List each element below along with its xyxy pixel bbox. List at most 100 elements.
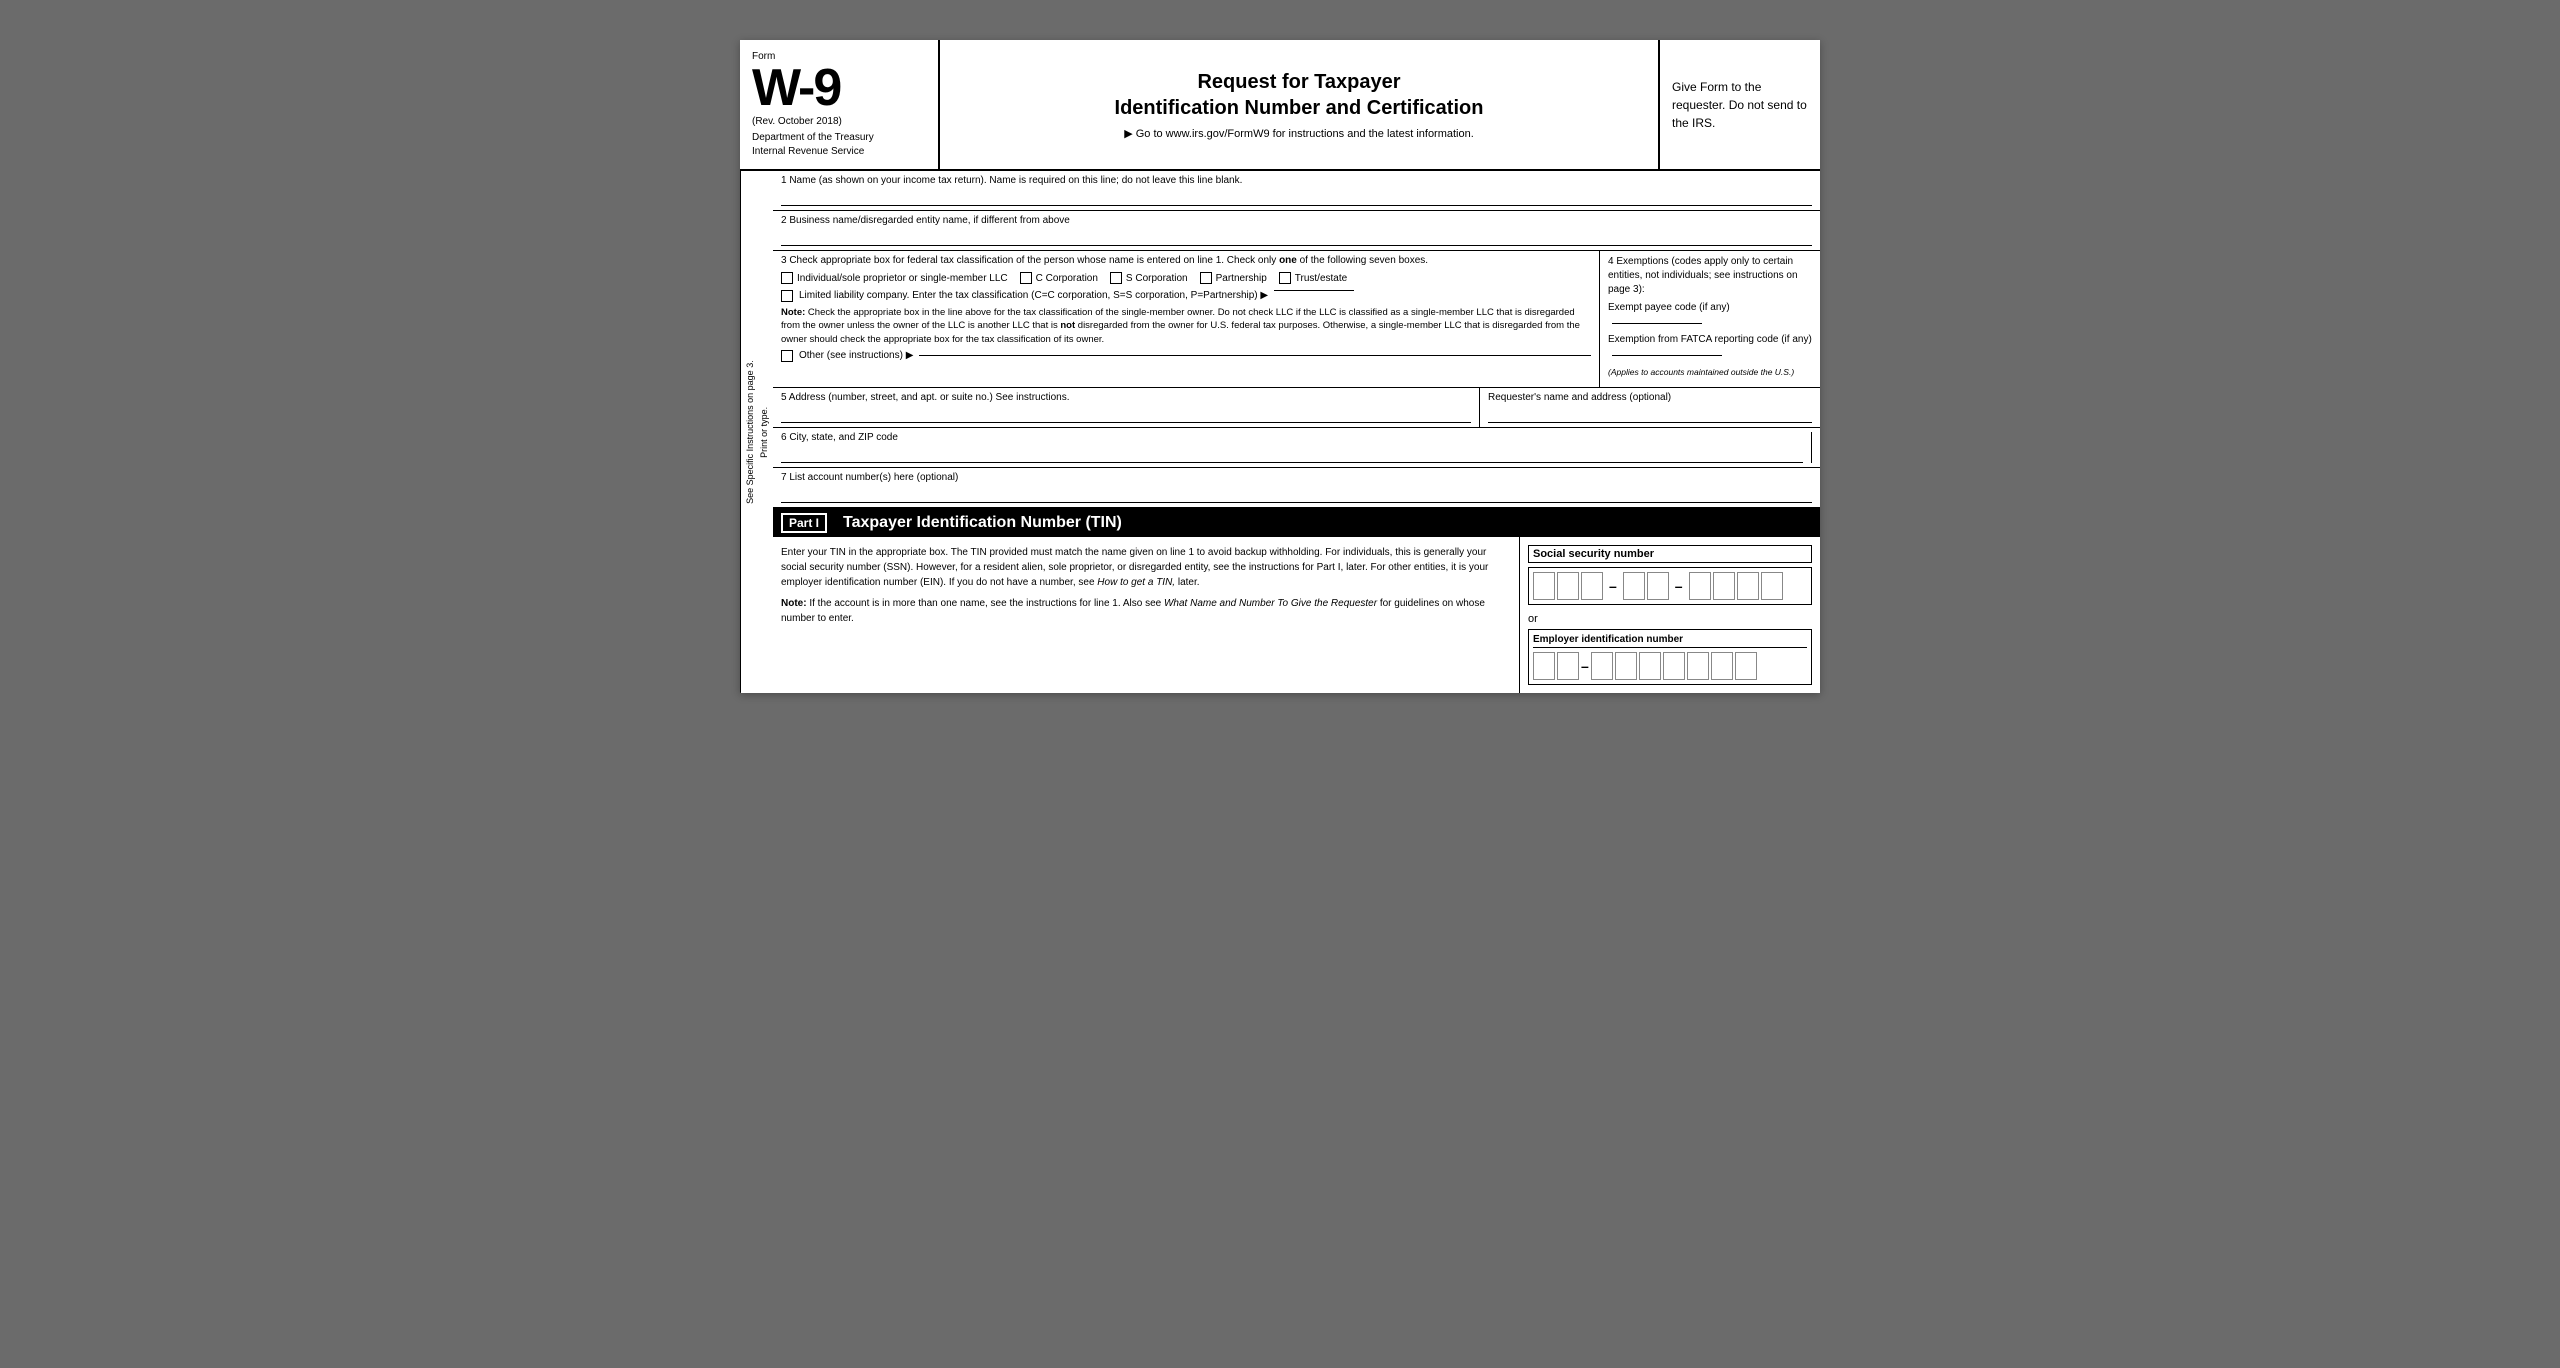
ssn-section: Social security number – [1528,545,1812,605]
ein-section: Employer identification number – [1528,629,1812,685]
part1-label: Part I [781,513,827,533]
applies-note: (Applies to accounts maintained outside … [1608,367,1812,379]
other-input[interactable] [919,355,1591,356]
line7-label: 7 List account number(s) here (optional) [781,472,1812,483]
ssn-cell[interactable] [1689,572,1711,600]
part1-note: Note: If the account is in more than one… [781,596,1511,626]
or-text: or [1528,613,1812,625]
line5-label: 5 Address (number, street, and apt. or s… [781,392,1471,403]
ssn-dash: – [1673,578,1685,594]
llc-label: Limited liability company. Enter the tax… [799,290,1268,301]
checkbox-ccorp-label: C Corporation [1036,273,1098,284]
exemptions-box: 4 Exemptions (codes apply only to certai… [1608,255,1812,379]
ein-cell[interactable] [1711,652,1733,680]
ssn-label: Social security number [1528,545,1812,563]
line2-label: 2 Business name/disregarded entity name,… [781,215,1812,226]
form-title-section: Request for Taxpayer Identification Numb… [940,40,1660,169]
exemptions-section: 4 Exemptions (codes apply only to certai… [1600,251,1820,387]
ein-group-1 [1533,652,1579,680]
checkbox-individual[interactable]: Individual/sole proprietor or single-mem… [781,272,1008,284]
ssn-cell[interactable] [1623,572,1645,600]
ssn-group-1 [1533,572,1603,600]
checkbox-scorp-box[interactable] [1110,272,1122,284]
fatca-input[interactable] [1612,355,1722,356]
line2-input[interactable] [781,228,1812,246]
form-instructions-link: ▶ Go to www.irs.gov/FormW9 for instructi… [960,127,1638,140]
line1-input[interactable] [781,188,1812,206]
note-bold: Note: [781,307,805,318]
form-body: See Specific Instructions on page 3. Pri… [740,171,1820,693]
ein-cell[interactable] [1735,652,1757,680]
form-department: Department of the Treasury Internal Reve… [752,131,926,159]
ssn-cell[interactable] [1533,572,1555,600]
line1-row: 1 Name (as shown on your income tax retu… [773,171,1820,211]
form-fields: 1 Name (as shown on your income tax retu… [773,171,1820,693]
part1-body-text: Enter your TIN in the appropriate box. T… [781,545,1511,590]
line6-section: 6 City, state, and ZIP code [781,432,1812,463]
ssn-cell[interactable] [1761,572,1783,600]
line7-input[interactable] [781,485,1812,503]
ein-cell[interactable] [1687,652,1709,680]
checkbox-ccorp[interactable]: C Corporation [1020,272,1098,284]
part1-tin-section: Social security number – [1520,537,1820,693]
ssn-boxes: – – [1528,567,1812,605]
checkbox-llc-box[interactable] [781,290,793,302]
what-name-link: What Name and Number To Give the Request… [1164,598,1377,609]
line6-label: 6 City, state, and ZIP code [781,432,1803,443]
ein-dash: – [1581,658,1589,674]
ein-boxes: – [1533,652,1807,680]
note-label: Note: [781,598,807,609]
part1-body: Enter your TIN in the appropriate box. T… [773,537,1820,693]
section3-wrapper: 3 Check appropriate box for federal tax … [773,251,1820,388]
line3-label: 3 Check appropriate box for federal tax … [781,255,1591,266]
checkbox-other-box[interactable] [781,350,793,362]
checkbox-trust[interactable]: Trust/estate [1279,272,1347,284]
checkbox-scorp[interactable]: S Corporation [1110,272,1188,284]
fatca-exemption: Exemption from FATCA reporting code (if … [1608,333,1812,361]
how-to-get-tin: How to get a TIN, [1097,577,1175,588]
ssn-cell[interactable] [1581,572,1603,600]
ssn-cell[interactable] [1713,572,1735,600]
llc-note: Note: Check the appropriate box in the l… [781,306,1591,346]
ssn-dash: – [1607,578,1619,594]
llc-row: Limited liability company. Enter the tax… [781,290,1591,302]
sidebar-see-specific: See Specific Instructions on page 3. [745,360,755,504]
form-identifier: Form W-9 (Rev. October 2018) Department … [740,40,940,169]
ssn-group-2 [1623,572,1669,600]
form-header: Form W-9 (Rev. October 2018) Department … [740,40,1820,171]
checkbox-partnership-box[interactable] [1200,272,1212,284]
ssn-cell[interactable] [1647,572,1669,600]
tax-classification-checkboxes: Individual/sole proprietor or single-mem… [781,272,1591,284]
form-give-instruction: Give Form to the requester. Do not send … [1660,40,1820,169]
ein-cell[interactable] [1533,652,1555,680]
requesters-section: Requester's name and address (optional) [1480,388,1820,427]
ssn-cell[interactable] [1557,572,1579,600]
ein-label: Employer identification number [1533,634,1807,648]
part1-text-section: Enter your TIN in the appropriate box. T… [773,537,1520,693]
line5-input[interactable] [781,405,1471,423]
sidebar: See Specific Instructions on page 3. Pri… [740,171,773,693]
not-bold: not [1060,320,1075,331]
checkbox-partnership[interactable]: Partnership [1200,272,1267,284]
checkbox-scorp-label: S Corporation [1126,273,1188,284]
ein-cell[interactable] [1615,652,1637,680]
other-row: Other (see instructions) ▶ [781,350,1591,362]
ssn-cell[interactable] [1737,572,1759,600]
exempt-payee-input[interactable] [1612,323,1702,324]
checkbox-individual-box[interactable] [781,272,793,284]
ein-cell[interactable] [1639,652,1661,680]
checkbox-trust-box[interactable] [1279,272,1291,284]
ssn-group-3 [1689,572,1783,600]
llc-classification-input[interactable] [1274,290,1354,291]
ein-cell[interactable] [1591,652,1613,680]
city-row: 6 City, state, and ZIP code [773,428,1820,468]
checkbox-partnership-label: Partnership [1216,273,1267,284]
ein-cell[interactable] [1557,652,1579,680]
checkbox-trust-label: Trust/estate [1295,273,1347,284]
line6-input[interactable] [781,445,1803,463]
exempt-payee: Exempt payee code (if any) [1608,301,1812,329]
exemptions-title: 4 Exemptions (codes apply only to certai… [1608,255,1812,297]
checkbox-ccorp-box[interactable] [1020,272,1032,284]
ein-cell[interactable] [1663,652,1685,680]
requesters-input[interactable] [1488,405,1812,423]
